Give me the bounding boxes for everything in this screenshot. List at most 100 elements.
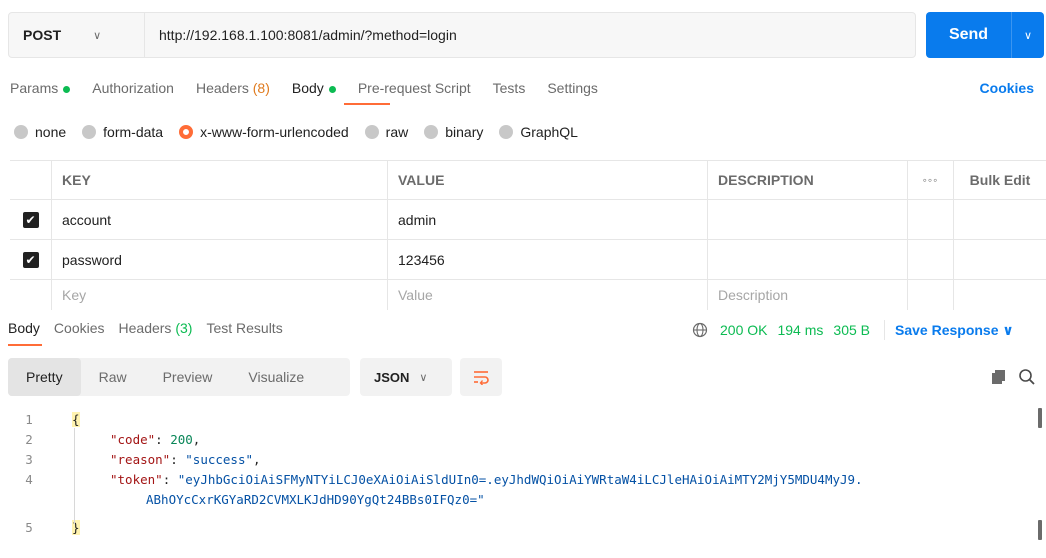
checkbox-checked-icon[interactable]: ✔ — [22, 251, 39, 268]
response-time[interactable]: 194 ms — [777, 322, 823, 338]
line-number: 5 — [25, 520, 33, 535]
value-placeholder[interactable]: Value — [388, 280, 708, 310]
code-line-2: "code": 200, — [110, 432, 201, 447]
table-row: ✔ password 123456 — [10, 240, 1046, 280]
cookies-link[interactable]: Cookies — [980, 80, 1034, 96]
res-active-tab-indicator — [8, 344, 42, 346]
radio-circle — [82, 125, 97, 139]
table-row: ✔ account admin — [10, 200, 1046, 240]
scrollbar-marker[interactable] — [1038, 408, 1042, 428]
table-header-row: KEY VALUE DESCRIPTION ◦◦◦ Bulk Edit — [10, 160, 1046, 200]
view-preview[interactable]: Preview — [145, 358, 231, 396]
row-check-cell: ✔ — [10, 200, 52, 239]
divider — [884, 320, 885, 340]
wrap-icon — [474, 371, 489, 385]
row-spacer — [908, 240, 954, 279]
res-tab-body[interactable]: Body — [8, 320, 40, 336]
send-options-chevron-icon[interactable]: ∨ — [1012, 12, 1044, 58]
more-options-icon[interactable]: ◦◦◦ — [908, 161, 954, 199]
res-tab-cookies[interactable]: Cookies — [54, 320, 105, 336]
res-tab-test-results[interactable]: Test Results — [206, 320, 282, 336]
response-tabs: Body Cookies Headers (3) Test Results — [8, 320, 297, 336]
radio-circle — [364, 125, 379, 139]
radio-circle-selected — [179, 125, 194, 139]
description-cell[interactable] — [708, 240, 908, 279]
line-number: 4 — [25, 472, 33, 487]
send-button[interactable]: Send — [926, 12, 1012, 58]
line-number: 1 — [25, 412, 33, 427]
format-label: JSON — [374, 369, 410, 385]
method-select[interactable]: POST ∨ — [9, 13, 145, 57]
chevron-down-icon: ∨ — [1002, 321, 1014, 338]
status-code[interactable]: 200 OK — [720, 322, 767, 338]
row-check-cell — [10, 280, 52, 310]
tab-settings[interactable]: Settings — [547, 80, 598, 96]
search-icon[interactable] — [1018, 368, 1036, 386]
copy-icon[interactable] — [990, 368, 1008, 386]
tab-authorization[interactable]: Authorization — [92, 80, 174, 96]
save-response-button[interactable]: Save Response ∨ — [895, 322, 1014, 339]
response-size[interactable]: 305 B — [833, 322, 870, 338]
key-placeholder[interactable]: Key — [52, 280, 388, 310]
chevron-down-icon: ∨ — [419, 371, 428, 384]
row-spacer — [908, 200, 954, 239]
description-cell[interactable] — [708, 200, 908, 239]
radio-raw[interactable]: raw — [364, 124, 408, 140]
headers-count: (8) — [252, 80, 270, 96]
line-number: 3 — [25, 452, 33, 467]
line-number: 2 — [25, 432, 33, 447]
body-type-radios: none form-data x-www-form-urlencoded raw… — [14, 124, 594, 140]
send-button-group: Send ∨ — [926, 12, 1044, 58]
tab-headers[interactable]: Headers (8) — [196, 80, 270, 96]
row-spacer — [908, 280, 954, 310]
radio-circle — [14, 125, 28, 139]
scrollbar-marker[interactable] — [1038, 520, 1042, 540]
res-tab-headers[interactable]: Headers (3) — [119, 320, 193, 336]
request-bar: POST ∨ http://192.168.1.100:8081/admin/?… — [8, 12, 916, 58]
radio-none[interactable]: none — [14, 124, 66, 140]
tab-prerequest-script[interactable]: Pre-request Script — [358, 80, 471, 96]
view-mode-tabs: Pretty Raw Preview Visualize — [8, 358, 350, 396]
radio-graphql[interactable]: GraphQL — [499, 124, 578, 140]
radio-binary[interactable]: binary — [424, 124, 483, 140]
open-brace: { — [72, 412, 80, 427]
body-active-dot — [328, 85, 336, 93]
active-tab-indicator — [344, 103, 390, 105]
code-line-3: "reason": "success", — [110, 452, 261, 467]
radio-form-data[interactable]: form-data — [82, 124, 163, 140]
response-status: 200 OK 194 ms 305 B Save Response ∨ — [692, 320, 1014, 340]
view-raw[interactable]: Raw — [81, 358, 145, 396]
code-line-1: { — [72, 412, 80, 427]
radio-circle — [499, 125, 514, 139]
chevron-down-icon: ∨ — [93, 29, 102, 42]
column-header-value: VALUE — [388, 161, 708, 199]
tab-params[interactable]: Params — [10, 80, 71, 96]
url-input[interactable]: http://192.168.1.100:8081/admin/?method=… — [145, 27, 457, 43]
checkbox-checked-icon[interactable]: ✔ — [22, 211, 39, 228]
header-check-cell — [10, 161, 52, 199]
code-line-4-wrap: ABhOYcCxrKGYaRD2CVMXLKJdHD90YgQt24BBs0IF… — [146, 492, 485, 507]
radio-urlencoded[interactable]: x-www-form-urlencoded — [179, 124, 349, 140]
res-headers-count: (3) — [175, 320, 193, 336]
params-active-dot — [63, 85, 71, 93]
indent-guide — [74, 428, 75, 524]
key-cell[interactable]: password — [52, 240, 388, 279]
value-cell[interactable]: admin — [388, 200, 708, 239]
params-table: KEY VALUE DESCRIPTION ◦◦◦ Bulk Edit ✔ ac… — [10, 160, 1046, 310]
code-line-4: "token": "eyJhbGciOiAiSFMyNTYiLCJ0eXAiOi… — [110, 472, 863, 487]
description-placeholder[interactable]: Description — [708, 280, 908, 310]
tab-body[interactable]: Body — [292, 80, 336, 96]
value-cell[interactable]: 123456 — [388, 240, 708, 279]
column-header-key: KEY — [52, 161, 388, 199]
wrap-lines-button[interactable] — [460, 358, 502, 396]
format-select[interactable]: JSON ∨ — [360, 358, 452, 396]
key-cell[interactable]: account — [52, 200, 388, 239]
request-tabs: Params Authorization Headers (8) Body Pr… — [10, 80, 620, 96]
tab-tests[interactable]: Tests — [493, 80, 526, 96]
bulk-edit-button[interactable]: Bulk Edit — [954, 161, 1046, 199]
view-visualize[interactable]: Visualize — [230, 358, 322, 396]
globe-icon[interactable] — [692, 322, 708, 338]
row-check-cell: ✔ — [10, 240, 52, 279]
view-pretty[interactable]: Pretty — [8, 358, 81, 396]
table-new-row: Key Value Description — [10, 280, 1046, 310]
